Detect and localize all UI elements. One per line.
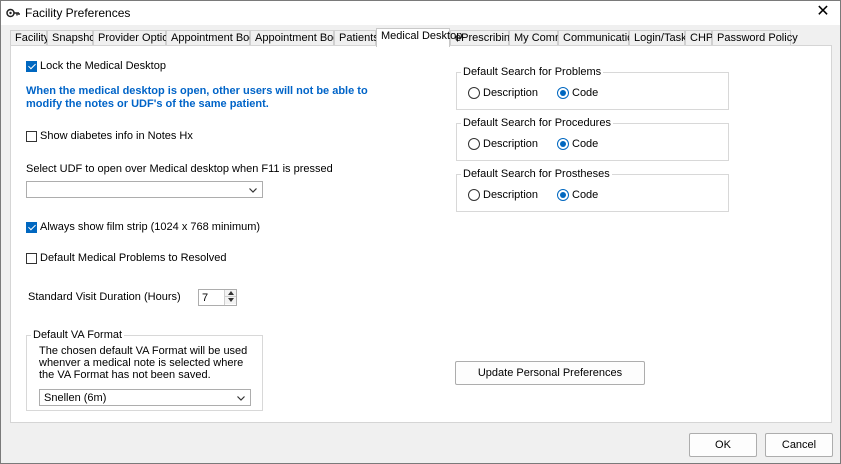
tab-chp[interactable]: CHP [685, 30, 713, 46]
show-diabetes-checkbox[interactable] [26, 131, 37, 142]
tab-snapshot[interactable]: Snapshot [47, 30, 98, 46]
stepper-buttons [224, 290, 236, 305]
procedures-description-label: Description [483, 138, 539, 150]
chevron-down-icon [249, 188, 257, 193]
tab-provider-options[interactable]: Provider Options [93, 30, 180, 46]
va-format-dropdown[interactable]: Snellen (6m) [39, 389, 251, 406]
udf-dropdown[interactable] [26, 181, 263, 198]
prostheses-code-label: Code [572, 189, 599, 201]
tab-facility[interactable]: Facility [10, 30, 49, 46]
procedures-code-label: Code [572, 138, 599, 150]
tab-medical-desktop[interactable]: Medical Desktop [376, 28, 462, 47]
visit-duration-stepper[interactable]: 7 [198, 289, 237, 306]
tab-my-comms[interactable]: My Comms [509, 30, 570, 46]
facility-preferences-window: Facility Preferences ✕ Facility Snapshot… [0, 0, 841, 464]
film-strip-checkbox[interactable] [26, 222, 37, 233]
title-bar: Facility Preferences ✕ [1, 1, 840, 25]
tab-appointment-book-1[interactable]: Appointment Book 1 [166, 30, 270, 46]
udf-select-label: Select UDF to open over Medical desktop … [26, 163, 333, 175]
procedures-search-group: Default Search for Procedures Descriptio… [456, 117, 729, 161]
problems-description-radio[interactable] [468, 87, 480, 99]
tab-password-policy[interactable]: Password Policy [712, 30, 798, 46]
lock-medical-desktop-label: Lock the Medical Desktop [40, 60, 166, 72]
problems-description-label: Description [483, 87, 539, 99]
prostheses-code-radio[interactable] [557, 189, 569, 201]
app-key-icon [6, 8, 20, 18]
va-format-group-title: Default VA Format [31, 329, 125, 341]
problems-code-radio[interactable] [557, 87, 569, 99]
problems-search-group: Default Search for Problems Description … [456, 66, 729, 110]
stepper-up-button[interactable] [225, 290, 236, 297]
problems-search-title: Default Search for Problems [461, 66, 604, 78]
medical-desktop-panel: Lock the Medical Desktop When the medica… [10, 45, 832, 423]
va-format-description: The chosen default VA Format will be use… [39, 345, 248, 381]
show-diabetes-label: Show diabetes info in Notes Hx [40, 130, 193, 142]
arrow-up-icon [228, 291, 234, 295]
film-strip-label: Always show film strip (1024 x 768 minim… [40, 221, 261, 233]
cancel-button[interactable]: Cancel [765, 433, 833, 457]
prostheses-description-label: Description [483, 189, 539, 201]
stepper-down-button[interactable] [225, 297, 236, 304]
default-resolved-checkbox[interactable] [26, 253, 37, 264]
close-icon[interactable]: ✕ [814, 3, 832, 21]
visit-duration-value: 7 [202, 292, 209, 304]
tab-login-tasks[interactable]: Login/Tasks [629, 30, 692, 46]
ok-button[interactable]: OK [689, 433, 757, 457]
tab-appointment-book-2[interactable]: Appointment Book 2 [250, 30, 354, 46]
default-resolved-label: Default Medical Problems to Resolved [40, 252, 227, 264]
procedures-description-radio[interactable] [468, 138, 480, 150]
update-personal-preferences-button[interactable]: Update Personal Preferences [455, 361, 645, 385]
tab-communications[interactable]: Communications [558, 30, 645, 46]
window-title: Facility Preferences [25, 6, 131, 20]
va-format-group: Default VA Format The chosen default VA … [26, 329, 263, 411]
lock-info-note: When the medical desktop is open, other … [26, 85, 368, 110]
prostheses-description-radio[interactable] [468, 189, 480, 201]
visit-duration-label: Standard Visit Duration (Hours) [28, 291, 181, 303]
lock-medical-desktop-checkbox[interactable] [26, 61, 37, 72]
procedures-code-radio[interactable] [557, 138, 569, 150]
prostheses-search-title: Default Search for Prostheses [461, 168, 612, 180]
prostheses-search-group: Default Search for Prostheses Descriptio… [456, 168, 729, 212]
tab-patients[interactable]: Patients [334, 30, 379, 46]
procedures-search-title: Default Search for Procedures [461, 117, 613, 129]
problems-code-label: Code [572, 87, 599, 99]
arrow-down-icon [228, 298, 234, 302]
chevron-down-icon [237, 396, 245, 401]
va-format-value: Snellen (6m) [44, 392, 107, 404]
